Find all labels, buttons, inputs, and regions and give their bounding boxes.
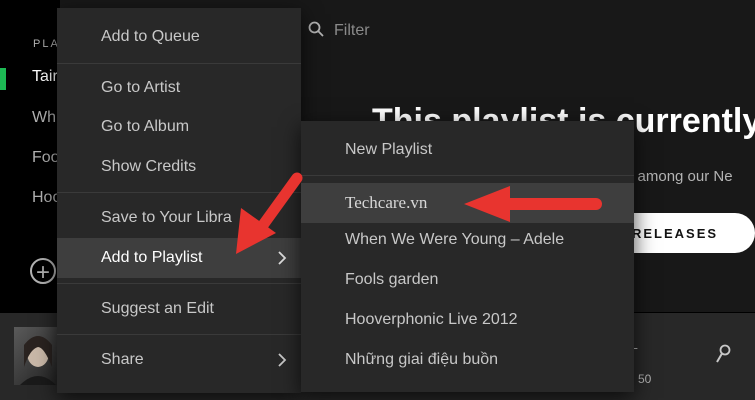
menu-divider bbox=[301, 175, 634, 176]
album-art[interactable] bbox=[14, 327, 60, 385]
playlist-item[interactable]: When We Were Young – Adele bbox=[301, 220, 634, 260]
filter-input[interactable]: Filter bbox=[334, 22, 370, 40]
add-to-playlist-label: Add to Playlist bbox=[101, 249, 203, 266]
go-to-artist-item[interactable]: Go to Artist bbox=[57, 68, 301, 108]
playlist-submenu: New Playlist Techcare.vn When We Were Yo… bbox=[301, 121, 634, 392]
new-playlist-item[interactable]: New Playlist bbox=[301, 130, 634, 170]
playlist-item[interactable]: Fools garden bbox=[301, 260, 634, 300]
track-time: 50 bbox=[638, 372, 652, 386]
new-playlist-plus-icon[interactable]: + bbox=[30, 258, 56, 286]
playlist-item[interactable]: Những giai điệu buồn bbox=[301, 340, 634, 380]
sidebar: PLA Tair Wh Foo Hoo + bbox=[0, 0, 61, 312]
menu-divider bbox=[57, 192, 301, 193]
sidebar-playlist-item[interactable]: Tair bbox=[32, 68, 58, 86]
active-indicator bbox=[0, 68, 6, 90]
add-to-playlist-item[interactable]: Add to Playlist bbox=[57, 238, 301, 278]
playlist-item[interactable]: Hooverphonic Live 2012 bbox=[301, 300, 634, 340]
show-credits-item[interactable]: Show Credits bbox=[57, 147, 301, 187]
sidebar-playlist-item[interactable]: Wh bbox=[32, 109, 56, 127]
go-to-album-item[interactable]: Go to Album bbox=[57, 107, 301, 147]
sidebar-playlist-item[interactable]: Foo bbox=[32, 149, 60, 167]
share-item[interactable]: Share bbox=[57, 340, 301, 380]
menu-divider bbox=[57, 334, 301, 335]
chevron-right-icon bbox=[277, 352, 287, 373]
microphone-icon[interactable] bbox=[714, 344, 732, 371]
save-to-library-item[interactable]: Save to Your Libra bbox=[57, 198, 301, 238]
suggest-edit-item[interactable]: Suggest an Edit bbox=[57, 289, 301, 329]
search-icon bbox=[308, 21, 324, 42]
menu-divider bbox=[57, 63, 301, 64]
context-menu: Add to Queue Go to Artist Go to Album Sh… bbox=[57, 8, 301, 393]
menu-divider bbox=[57, 283, 301, 284]
chevron-right-icon bbox=[277, 250, 287, 271]
playlist-item-techcare[interactable]: Techcare.vn bbox=[301, 183, 634, 223]
share-label: Share bbox=[101, 351, 144, 368]
sidebar-heading: PLA bbox=[33, 38, 60, 50]
add-to-queue-item[interactable]: Add to Queue bbox=[57, 17, 301, 57]
empty-playlist-subline: e among our Ne bbox=[625, 168, 733, 185]
filter-box[interactable]: Filter bbox=[308, 18, 508, 44]
